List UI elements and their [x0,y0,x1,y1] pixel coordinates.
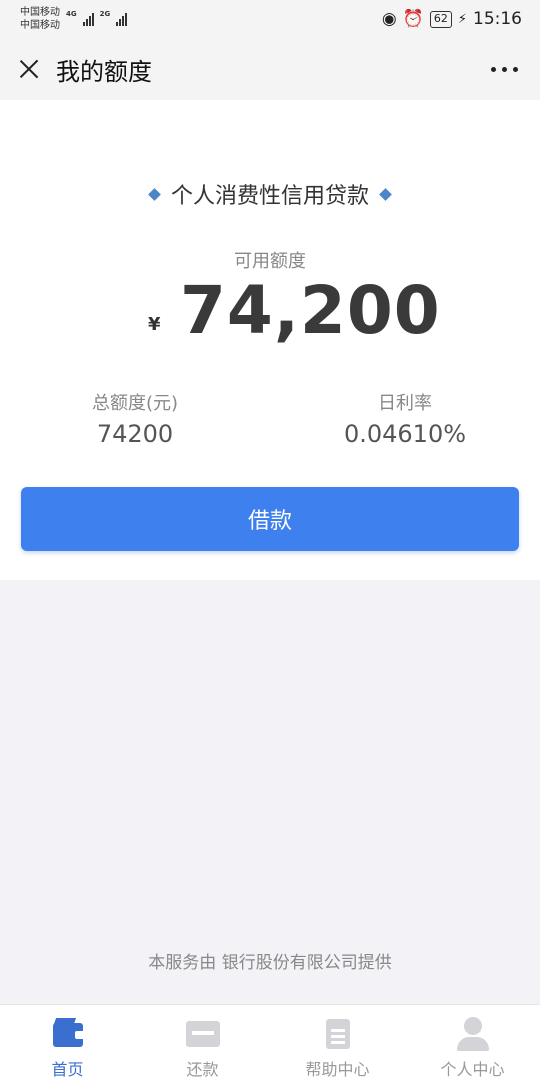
borrow-button[interactable]: 借款 [21,487,519,551]
status-left: 中国移动 中国移动 4G 2G [20,6,128,32]
product-row: 个人消费性信用贷款 [0,178,540,210]
close-icon[interactable] [16,56,42,82]
daily-rate-value: 0.04610% [343,420,467,448]
clock-time: 15:16 [473,9,522,29]
network-type-1: 4G [66,10,77,18]
credit-card: 个人消费性信用贷款 可用额度 ¥ 74,200 总额度(元) 74200 日利率… [0,100,540,580]
available-amount: 74,200 [180,272,441,349]
signal-icon [82,12,94,26]
status-bar: 中国移动 中国移动 4G 2G ◉ ⏰ 62 ⚡ 15:16 [0,0,540,38]
battery-icon: 62 [429,10,452,28]
carrier-2: 中国移动 [20,20,60,31]
total-limit-label: 总额度(元) [91,393,179,414]
tab-bar: 首页 还款 帮助中心 个人中心 [0,1004,540,1080]
carrier-1: 中国移动 [20,7,60,18]
eye-icon: ◉ [381,9,397,29]
tab-profile[interactable]: 个人中心 [405,1005,540,1080]
repay-icon [183,1015,223,1048]
user-icon [453,1015,493,1051]
wallet-icon [48,1015,88,1048]
status-right: ◉ ⏰ 62 ⚡ 15:16 [382,9,522,29]
tab-help-center[interactable]: 帮助中心 [270,1005,405,1080]
tab-label: 还款 [186,1060,219,1079]
document-icon [318,1015,358,1049]
amount-row: ¥ 74,200 [0,272,540,352]
currency-symbol: ¥ [148,314,161,335]
more-options-icon[interactable] [491,67,518,72]
carrier-block: 中国移动 中国移动 [20,6,60,32]
stats-row: 总额度(元) 74200 日利率 0.04610% [0,392,540,450]
signal-icon [116,12,128,26]
daily-rate-stat: 日利率 0.04610% [270,392,540,450]
total-limit-value: 74200 [96,420,174,448]
tab-repay[interactable]: 还款 [135,1005,270,1080]
tab-label: 帮助中心 [305,1060,370,1079]
network-type-2: 2G [99,10,111,18]
total-limit-stat: 总额度(元) 74200 [0,392,270,450]
diamond-icon [379,187,392,201]
product-name: 个人消费性信用贷款 [170,184,369,209]
diamond-icon [148,187,161,201]
tab-home[interactable]: 首页 [0,1005,135,1080]
page-title: 我的额度 [56,57,152,86]
tab-label: 首页 [51,1060,84,1079]
available-label: 可用额度 [234,251,306,272]
charging-icon: ⚡ [457,11,467,27]
nav-bar: 我的额度 [0,38,540,100]
daily-rate-label: 日利率 [378,393,432,414]
service-provider-text: 本服务由 银行股份有限公司提供 [148,953,392,973]
alarm-icon: ⏰ [402,9,424,29]
tab-label: 个人中心 [440,1060,505,1079]
